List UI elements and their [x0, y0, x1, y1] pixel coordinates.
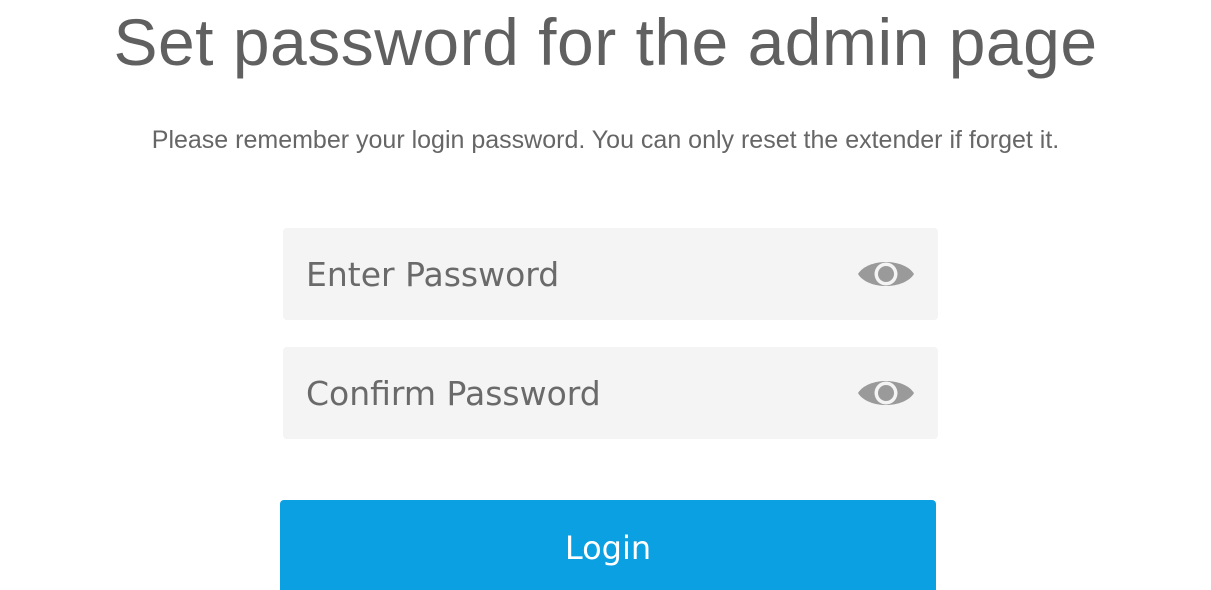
set-password-page: Set password for the admin page Please r… [0, 0, 1211, 590]
confirm-password-input[interactable] [283, 347, 843, 439]
eye-icon[interactable] [856, 256, 916, 292]
page-title: Set password for the admin page [113, 5, 1098, 79]
password-field-container [283, 228, 938, 320]
login-button[interactable]: Login [280, 500, 936, 590]
confirm-password-field-container [283, 347, 938, 439]
password-input[interactable] [283, 228, 843, 320]
eye-icon[interactable] [856, 375, 916, 411]
page-subtitle: Please remember your login password. You… [151, 126, 1060, 154]
